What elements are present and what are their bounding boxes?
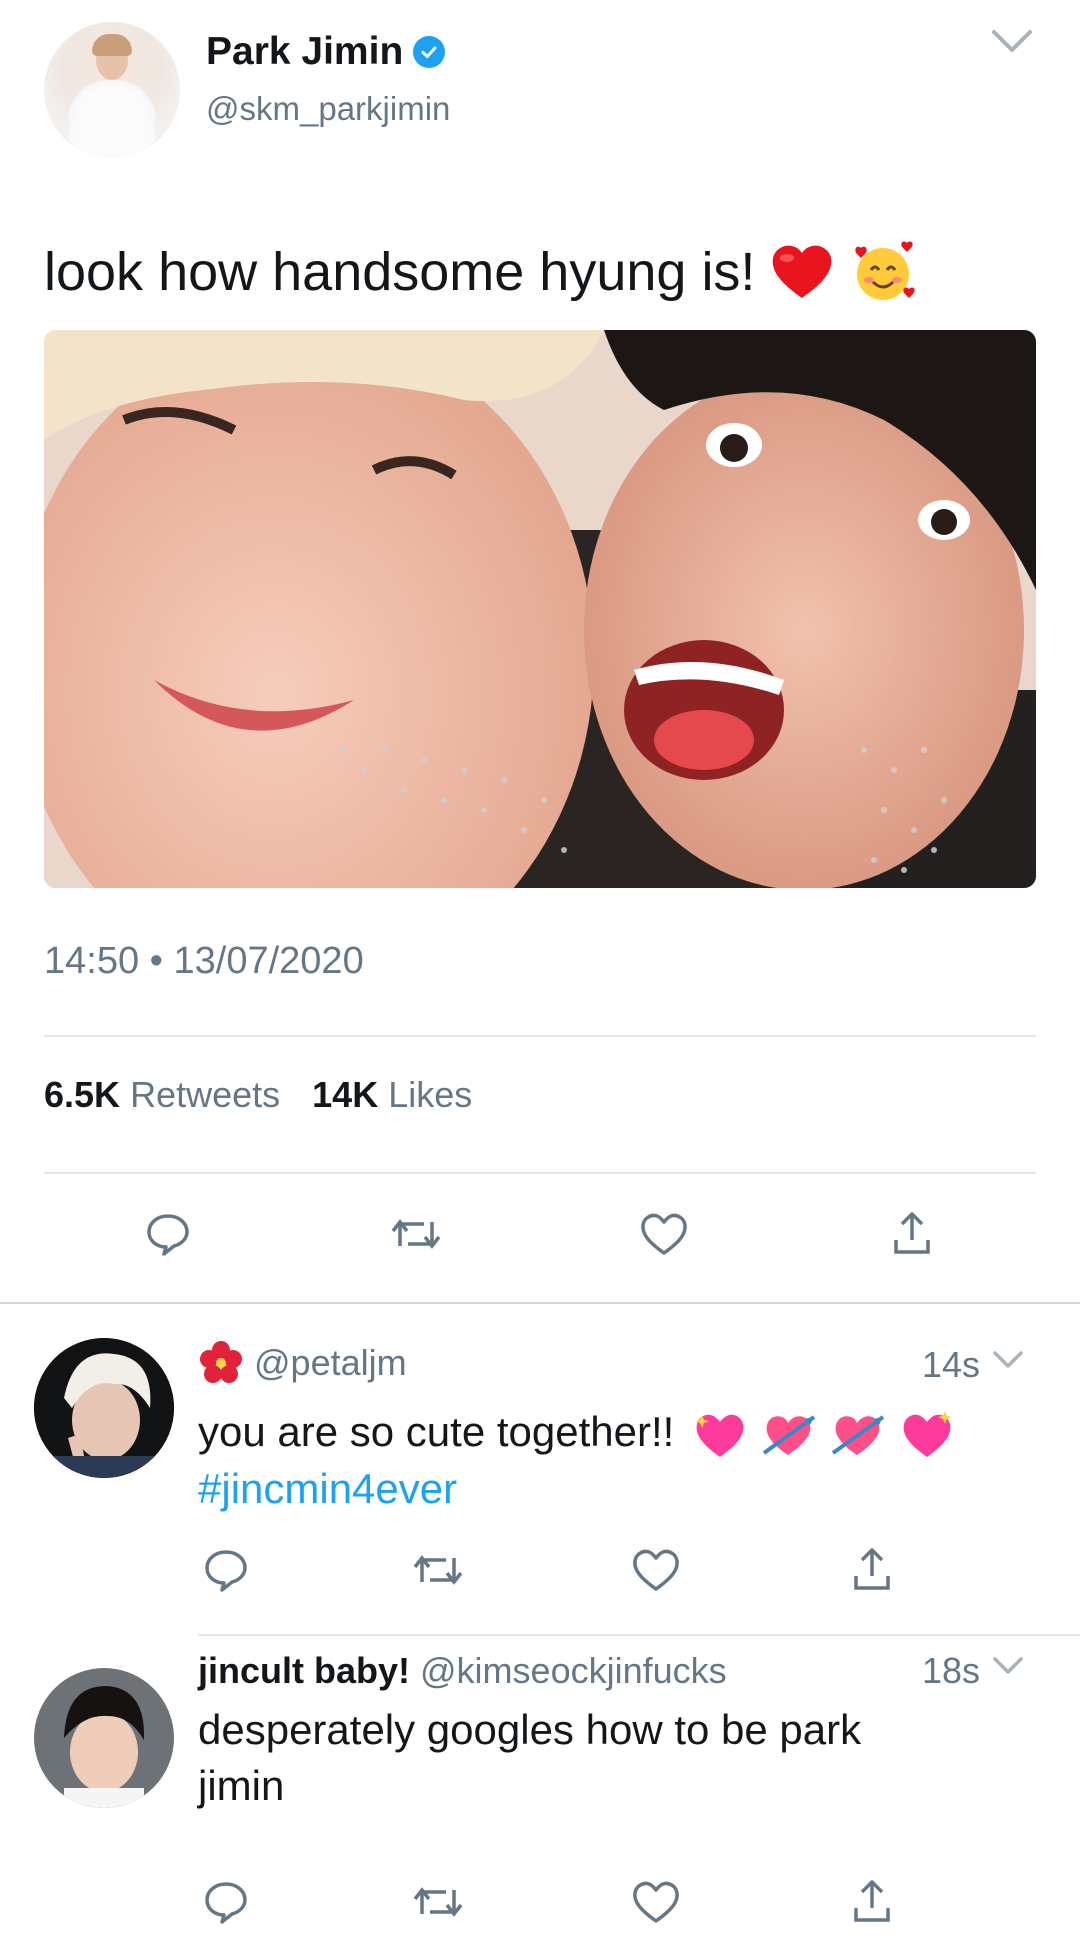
reply-button[interactable] <box>140 1206 196 1262</box>
reply-avatar-image <box>34 1668 174 1808</box>
likes-label[interactable]: Likes <box>388 1074 472 1115</box>
reply-avatar[interactable] <box>34 1338 174 1478</box>
tweet-text: look how handsome hyung is! <box>44 240 917 304</box>
chevron-down-icon[interactable] <box>992 1350 1024 1372</box>
verified-badge-icon <box>413 36 446 68</box>
main-tweet: Park Jimin @skm_parkjimin look how hands… <box>0 0 1080 1302</box>
reply-button[interactable] <box>198 1874 254 1930</box>
reply-time-text: 14s <box>921 1344 980 1385</box>
heart-with-arrow-icon <box>762 1415 815 1455</box>
retweet-icon <box>413 1555 463 1585</box>
author-handle[interactable]: @skm_parkjimin <box>206 90 450 128</box>
reply-button[interactable] <box>198 1542 254 1598</box>
sparkling-heart-icon <box>694 1414 744 1457</box>
retweet-icon <box>391 1219 441 1249</box>
reply-header: jincult baby! @kimseockjinfucks <box>198 1650 727 1692</box>
reply-avatar-image <box>34 1338 174 1478</box>
retweets-label[interactable]: Retweets <box>130 1074 280 1115</box>
share-icon <box>894 1212 930 1254</box>
hashtag-link[interactable]: #jincmin4ever <box>198 1465 457 1512</box>
tweet-photo[interactable] <box>44 330 1036 888</box>
like-button[interactable] <box>628 1874 684 1930</box>
likes-count[interactable]: 14K <box>312 1074 378 1115</box>
reply-time-text: 18s <box>921 1650 980 1691</box>
author-display-name[interactable]: Park Jimin <box>206 30 446 74</box>
sparkling-heart-icon <box>903 1410 952 1457</box>
share-icon <box>854 1548 890 1590</box>
red-heart-icon <box>773 245 832 298</box>
reply-avatar[interactable] <box>34 1668 174 1808</box>
reply-handle[interactable]: @petaljm <box>254 1342 407 1384</box>
reply-actions <box>0 1542 1080 1602</box>
reply-header: @petaljm <box>198 1340 407 1386</box>
reply-icon <box>205 1882 247 1924</box>
reply-icon <box>147 1214 189 1256</box>
heart-icon <box>633 1881 679 1923</box>
retweet-button[interactable] <box>388 1206 444 1262</box>
reply-tweet[interactable]: @petaljm 14s you are so cute together!! <box>0 1304 1080 1634</box>
tweet-photo-image <box>44 330 1036 888</box>
share-button[interactable] <box>844 1542 900 1598</box>
share-button[interactable] <box>884 1206 940 1262</box>
share-icon <box>854 1880 890 1922</box>
reply-actions <box>0 1874 1080 1934</box>
tweet-text-content: look how handsome hyung is! <box>44 242 756 302</box>
divider <box>44 1035 1036 1037</box>
tweet-detail-page: Park Jimin @skm_parkjimin look how hands… <box>0 0 1080 1948</box>
reply-icon <box>205 1550 247 1592</box>
heart-icon <box>641 1213 687 1255</box>
reply-time: 14s <box>921 1344 1023 1386</box>
reply-text-content: you are so cute together!! <box>198 1408 675 1455</box>
like-button[interactable] <box>628 1542 684 1598</box>
reply-text: you are so cute together!! #jincmin4ever <box>198 1404 1018 1517</box>
chevron-down-icon[interactable] <box>990 28 1034 56</box>
heart-icon <box>633 1549 679 1591</box>
tweet-timestamp: 14:50 • 13/07/2020 <box>44 940 364 982</box>
main-tweet-actions <box>0 1206 1080 1266</box>
like-button[interactable] <box>636 1206 692 1262</box>
share-button[interactable] <box>844 1874 900 1930</box>
reply-tweet[interactable]: jincult baby! @kimseockjinfucks 18s desp… <box>0 1636 1080 1948</box>
reply-handle[interactable]: @kimseockjinfucks <box>420 1650 727 1692</box>
author-avatar[interactable] <box>44 22 180 158</box>
reply-text: desperately googles how to be park jimin <box>198 1702 958 1814</box>
reply-text-content: desperately googles how to be park jimin <box>198 1706 862 1809</box>
retweet-button[interactable] <box>410 1874 466 1930</box>
retweet-button[interactable] <box>410 1542 466 1598</box>
author-name-text: Park Jimin <box>206 30 404 73</box>
heart-with-arrow-icon <box>832 1415 885 1455</box>
retweets-count[interactable]: 6.5K <box>44 1074 120 1115</box>
reply-display-name[interactable]: jincult baby! <box>198 1650 410 1692</box>
hibiscus-icon <box>200 1341 242 1383</box>
divider <box>44 1172 1036 1174</box>
chevron-down-icon[interactable] <box>992 1656 1024 1678</box>
reply-time: 18s <box>921 1650 1023 1692</box>
smiling-face-with-hearts-icon <box>855 241 916 300</box>
tweet-stats: 6.5K Retweets 14K Likes <box>44 1074 494 1116</box>
retweet-icon <box>413 1887 463 1917</box>
